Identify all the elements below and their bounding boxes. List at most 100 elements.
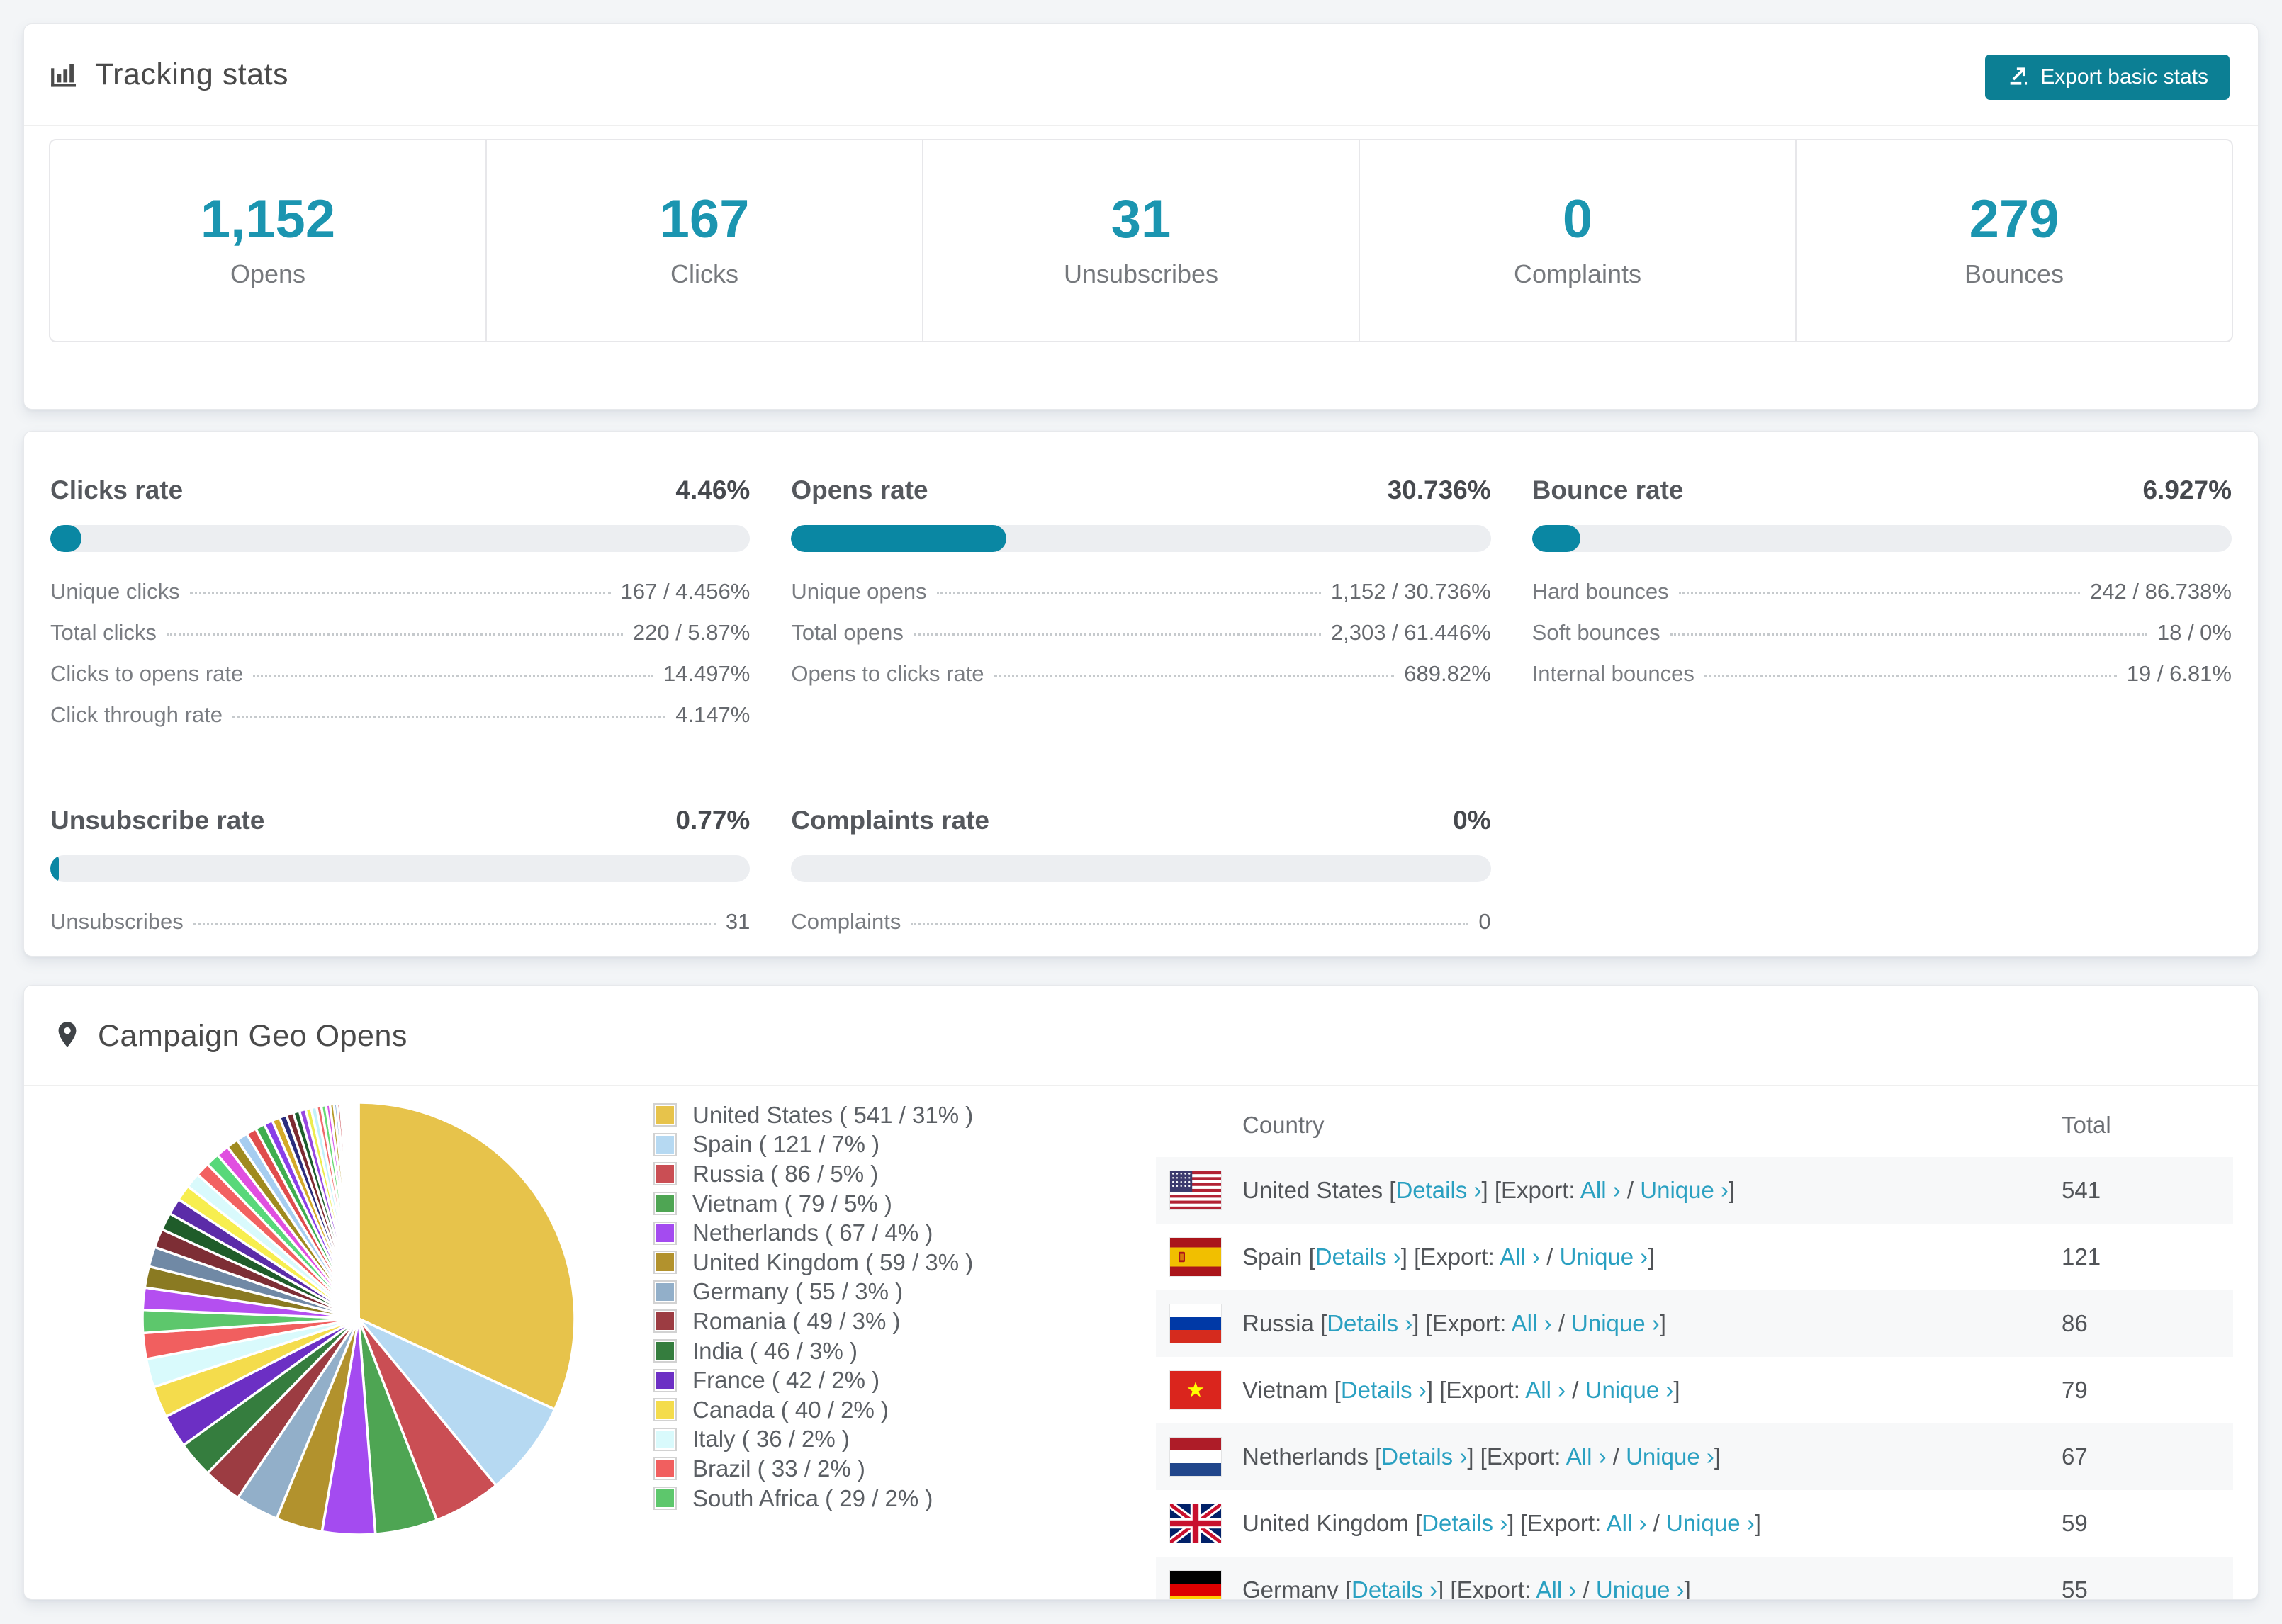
export-icon xyxy=(2006,62,2030,92)
details-link[interactable]: Details › xyxy=(1315,1244,1401,1270)
export-unique-link[interactable]: Unique › xyxy=(1560,1244,1648,1270)
detail-label: Internal bounces xyxy=(1531,661,1694,686)
rate-value: 0.77% xyxy=(675,806,751,835)
detail-label: Soft bounces xyxy=(1531,620,1660,645)
legend-swatch-icon xyxy=(653,1309,677,1333)
es-flag-icon xyxy=(1170,1238,1221,1276)
progress-track xyxy=(1531,525,2232,552)
details-link[interactable]: Details › xyxy=(1422,1510,1507,1536)
geo-opens-pie-chart xyxy=(141,1101,576,1536)
campaign-stats-page: { "tracking": { "title": "Tracking stats… xyxy=(0,0,2282,1624)
table-row-netherlands: Netherlands [Details ›] [Export: All › /… xyxy=(1156,1423,2233,1490)
pie-slice-other-country[interactable] xyxy=(356,1101,360,1319)
table-row-spain: Spain [Details ›] [Export: All › / Uniqu… xyxy=(1156,1224,2233,1290)
total-cell: 79 xyxy=(2062,1377,2088,1403)
header-divider xyxy=(24,125,2258,126)
details-link[interactable]: Details › xyxy=(1395,1177,1481,1203)
progress-fill xyxy=(50,525,82,552)
progress-track xyxy=(50,525,751,552)
legend-item-france: France ( 42 / 2% ) xyxy=(653,1365,1135,1395)
dotted-leader xyxy=(994,675,1395,677)
country-cell: United States [Details ›] [Export: All ›… xyxy=(1242,1177,1736,1203)
total-cell: 55 xyxy=(2062,1577,2088,1600)
progress-track xyxy=(791,525,1491,552)
legend-label: India ( 46 / 3% ) xyxy=(692,1337,858,1364)
dotted-leader xyxy=(913,633,1321,636)
details-link[interactable]: Details › xyxy=(1351,1577,1437,1599)
total-cell: 121 xyxy=(2062,1244,2101,1270)
legend-label: Netherlands ( 67 / 4% ) xyxy=(692,1219,933,1246)
table-row-vietnam: Vietnam [Details ›] [Export: All › / Uni… xyxy=(1156,1357,2233,1423)
legend-swatch-icon xyxy=(653,1280,677,1304)
table-row-united-kingdom: United Kingdom [Details ›] [Export: All … xyxy=(1156,1490,2233,1557)
vn-flag-icon xyxy=(1170,1371,1221,1409)
legend-item-romania: Romania ( 49 / 3% ) xyxy=(653,1307,1135,1336)
progress-track xyxy=(50,855,751,882)
legend-swatch-icon xyxy=(653,1398,677,1422)
details-link[interactable]: Details › xyxy=(1381,1443,1467,1470)
export-all-link[interactable]: All › xyxy=(1580,1177,1621,1203)
detail-label: Unique opens xyxy=(791,579,927,604)
rate-value: 4.46% xyxy=(675,475,751,504)
pie-legend: United States ( 541 / 31% ) Spain ( 121 … xyxy=(653,1100,1135,1513)
stat-value: 279 xyxy=(1969,188,2059,249)
rate-block-bounce-rate: Bounce rate 6.927% Hard bounces 242 / 86… xyxy=(1531,475,2232,743)
rate-detail-unique-opens: Unique opens 1,152 / 30.736% xyxy=(791,579,1490,620)
detail-value: 31 xyxy=(725,909,751,934)
country-cell: Spain [Details ›] [Export: All › / Uniqu… xyxy=(1242,1244,1655,1270)
legend-item-vietnam: Vietnam ( 79 / 5% ) xyxy=(653,1189,1135,1219)
export-unique-link[interactable]: Unique › xyxy=(1666,1510,1755,1536)
country-cell: Vietnam [Details ›] [Export: All › / Uni… xyxy=(1242,1377,1680,1403)
dotted-leader xyxy=(253,675,653,677)
summary-stat-bounces: 279 Bounces xyxy=(1797,140,2232,341)
table-row-united-states: United States [Details ›] [Export: All ›… xyxy=(1156,1157,2233,1224)
detail-value: 14.497% xyxy=(663,661,751,686)
export-unique-link[interactable]: Unique › xyxy=(1640,1177,1729,1203)
detail-label: Clicks to opens rate xyxy=(50,661,244,686)
detail-label: Complaints xyxy=(791,909,901,934)
total-cell: 86 xyxy=(2062,1310,2088,1336)
legend-item-germany: Germany ( 55 / 3% ) xyxy=(653,1278,1135,1307)
legend-swatch-icon xyxy=(653,1192,677,1216)
export-unique-link[interactable]: Unique › xyxy=(1571,1310,1660,1336)
rate-value: 30.736% xyxy=(1387,475,1491,504)
detail-label: Unsubscribes xyxy=(50,909,184,934)
export-all-link[interactable]: All › xyxy=(1607,1510,1647,1536)
export-all-link[interactable]: All › xyxy=(1512,1310,1552,1336)
dotted-leader xyxy=(1704,675,2117,677)
detail-value: 1,152 / 30.736% xyxy=(1330,579,1491,604)
rate-detail-total-clicks: Total clicks 220 / 5.87% xyxy=(50,620,750,661)
rate-block-opens-rate: Opens rate 30.736% Unique opens 1,152 / … xyxy=(791,475,1491,743)
dotted-leader xyxy=(232,716,666,718)
export-unique-link[interactable]: Unique › xyxy=(1585,1377,1674,1403)
legend-label: Spain ( 121 / 7% ) xyxy=(692,1131,880,1158)
export-unique-link[interactable]: Unique › xyxy=(1626,1443,1714,1470)
export-all-link[interactable]: All › xyxy=(1536,1577,1577,1599)
progress-fill xyxy=(791,525,1006,552)
dotted-leader xyxy=(911,923,1469,925)
rate-title: Bounce rate xyxy=(1531,475,1684,504)
dotted-leader xyxy=(189,592,611,594)
details-link[interactable]: Details › xyxy=(1341,1377,1427,1403)
export-unique-link[interactable]: Unique › xyxy=(1596,1577,1685,1599)
export-all-link[interactable]: All › xyxy=(1566,1443,1607,1470)
export-all-link[interactable]: All › xyxy=(1525,1377,1566,1403)
rate-value: 0% xyxy=(1453,806,1491,835)
detail-label: Total opens xyxy=(791,620,904,645)
ru-flag-icon xyxy=(1170,1304,1221,1343)
detail-value: 0 xyxy=(1478,909,1491,934)
legend-item-italy: Italy ( 36 / 2% ) xyxy=(653,1425,1135,1455)
detail-value: 689.82% xyxy=(1404,661,1491,686)
detail-label: Click through rate xyxy=(50,702,223,727)
rate-detail-soft-bounces: Soft bounces 18 / 0% xyxy=(1532,620,2232,661)
details-link[interactable]: Details › xyxy=(1327,1310,1412,1336)
export-basic-stats-button[interactable]: Export basic stats xyxy=(1985,55,2230,100)
export-all-link[interactable]: All › xyxy=(1500,1244,1540,1270)
stat-label: Complaints xyxy=(1513,259,1642,288)
legend-swatch-icon xyxy=(653,1427,677,1451)
rate-detail-total-opens: Total opens 2,303 / 61.446% xyxy=(791,620,1490,661)
dotted-leader xyxy=(936,592,1321,594)
rate-block-clicks-rate: Clicks rate 4.46% Unique clicks 167 / 4.… xyxy=(50,475,751,743)
legend-item-canada: Canada ( 40 / 2% ) xyxy=(653,1395,1135,1425)
legend-item-united-kingdom: United Kingdom ( 59 / 3% ) xyxy=(653,1248,1135,1278)
